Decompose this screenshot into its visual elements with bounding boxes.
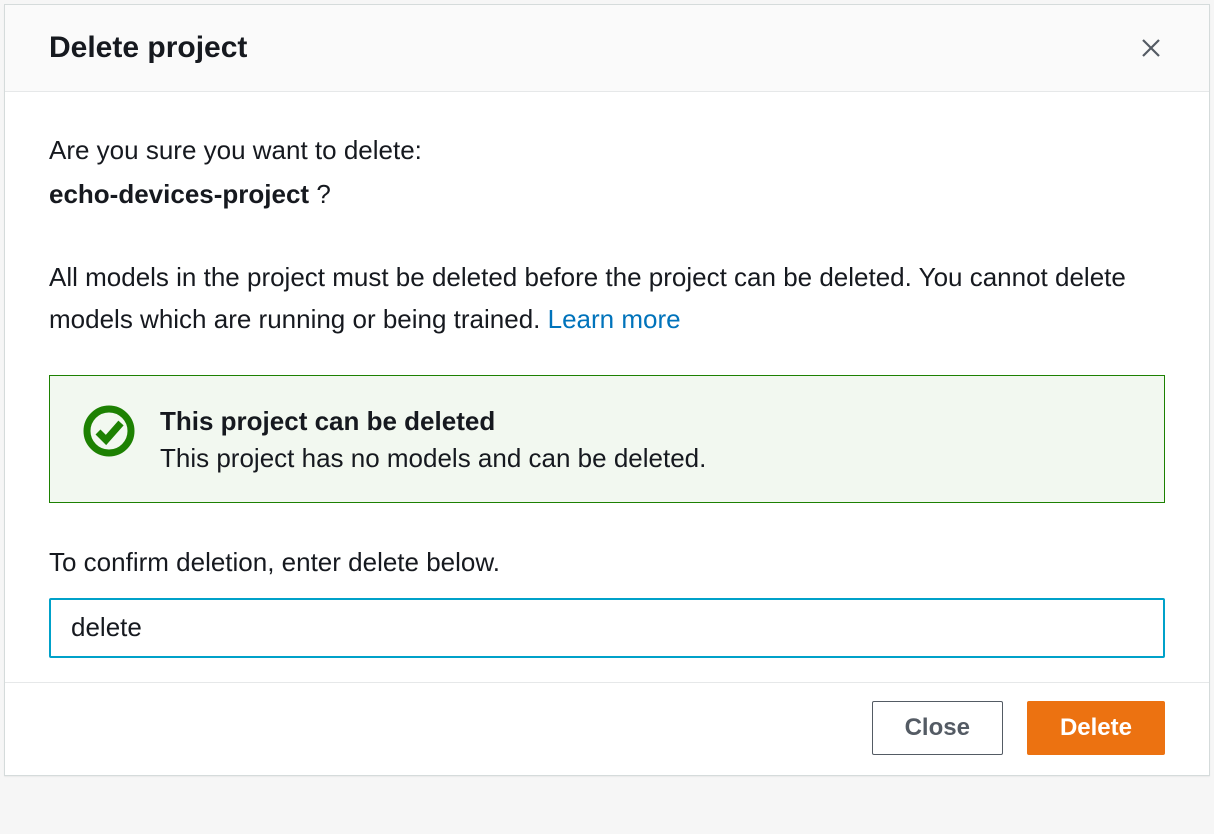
question-mark: ? bbox=[309, 179, 331, 209]
close-icon[interactable] bbox=[1137, 34, 1165, 62]
confirm-label: To confirm deletion, enter delete below. bbox=[49, 547, 1165, 578]
delete-prompt: Are you sure you want to delete: bbox=[49, 132, 1165, 170]
alert-description: This project has no models and can be de… bbox=[160, 443, 706, 474]
close-button[interactable]: Close bbox=[872, 701, 1003, 755]
modal-body: Are you sure you want to delete: echo-de… bbox=[5, 92, 1209, 682]
project-name: echo-devices-project bbox=[49, 179, 309, 209]
modal-footer: Close Delete bbox=[5, 682, 1209, 775]
delete-button[interactable]: Delete bbox=[1027, 701, 1165, 755]
alert-title: This project can be deleted bbox=[160, 406, 706, 437]
warning-text: All models in the project must be delete… bbox=[49, 257, 1165, 340]
success-alert: This project can be deleted This project… bbox=[49, 375, 1165, 503]
modal-header: Delete project bbox=[5, 5, 1209, 92]
alert-text: This project can be deleted This project… bbox=[160, 404, 706, 474]
confirm-delete-input[interactable] bbox=[49, 598, 1165, 658]
delete-project-modal: Delete project Are you sure you want to … bbox=[4, 4, 1210, 776]
modal-title: Delete project bbox=[49, 31, 247, 65]
project-line: echo-devices-project ? bbox=[49, 176, 1165, 214]
learn-more-link[interactable]: Learn more bbox=[548, 304, 681, 334]
success-check-icon bbox=[82, 404, 136, 458]
